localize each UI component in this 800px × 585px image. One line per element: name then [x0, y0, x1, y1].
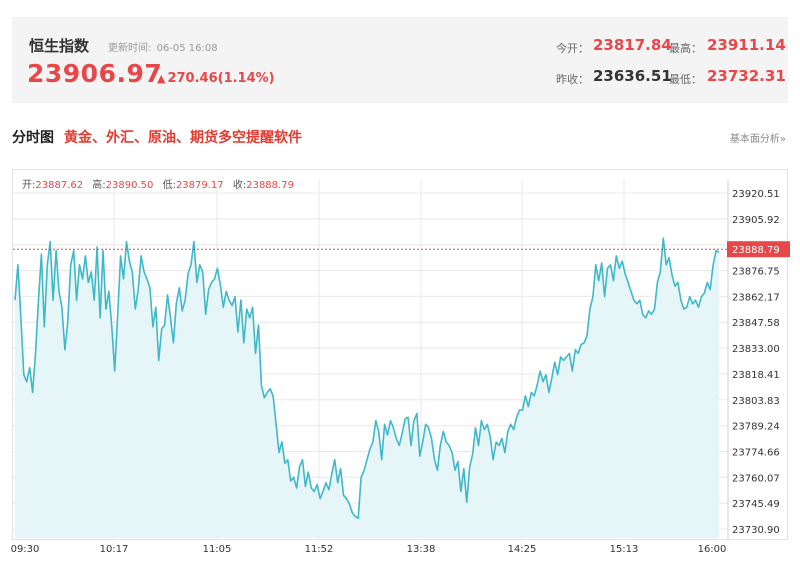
x-tick-label: 10:17	[100, 544, 129, 555]
y-tick-label: 23862.17	[732, 292, 780, 303]
y-tick-label: 23803.83	[732, 396, 780, 407]
y-tick-label: 23730.90	[732, 525, 780, 536]
ohlc-close-label: 收:	[232, 180, 247, 191]
x-tick-label: 11:52	[305, 544, 334, 555]
ohlc-close-value: 23888.79	[246, 180, 294, 191]
intraday-area	[15, 238, 719, 538]
ohlc-low-value: 23879.17	[175, 180, 224, 191]
x-tick-label: 14:25	[508, 544, 537, 555]
ohlc-low-label: 低:	[162, 180, 176, 191]
y-tick-label: 23760.07	[732, 473, 780, 484]
y-tick-label: 23905.92	[732, 215, 780, 226]
y-tick-label: 23818.41	[732, 370, 780, 381]
y-tick-label: 23833.00	[732, 344, 780, 355]
x-tick-label: 13:38	[407, 544, 436, 555]
y-tick-label: 23745.49	[732, 499, 780, 510]
ohlc-readout: 开:23887.62 高:23890.50 低:23879.17 收:23888…	[22, 176, 300, 191]
x-tick-label: 09:30	[11, 544, 40, 555]
intraday-chart-svg: 23920.5123905.9223891.3323876.7523862.17…	[11, 180, 790, 555]
y-tick-label: 23920.51	[732, 189, 780, 200]
y-tick-label: 23774.66	[732, 447, 780, 458]
ohlc-high-value: 23890.50	[105, 180, 154, 191]
current-price-marker: 23888.79	[727, 241, 790, 258]
ohlc-open-label: 开:	[22, 180, 36, 191]
ohlc-open-value: 23887.62	[35, 180, 84, 191]
x-tick-label: 16:00	[698, 544, 727, 555]
x-tick-label: 11:05	[203, 544, 232, 555]
ohlc-high-label: 高:	[92, 180, 106, 191]
y-tick-label: 23876.75	[732, 267, 780, 278]
x-tick-label: 15:13	[610, 544, 639, 555]
current-price-marker-label: 23888.79	[732, 245, 780, 256]
y-tick-label: 23847.58	[732, 318, 780, 329]
y-tick-label: 23789.24	[732, 422, 780, 433]
